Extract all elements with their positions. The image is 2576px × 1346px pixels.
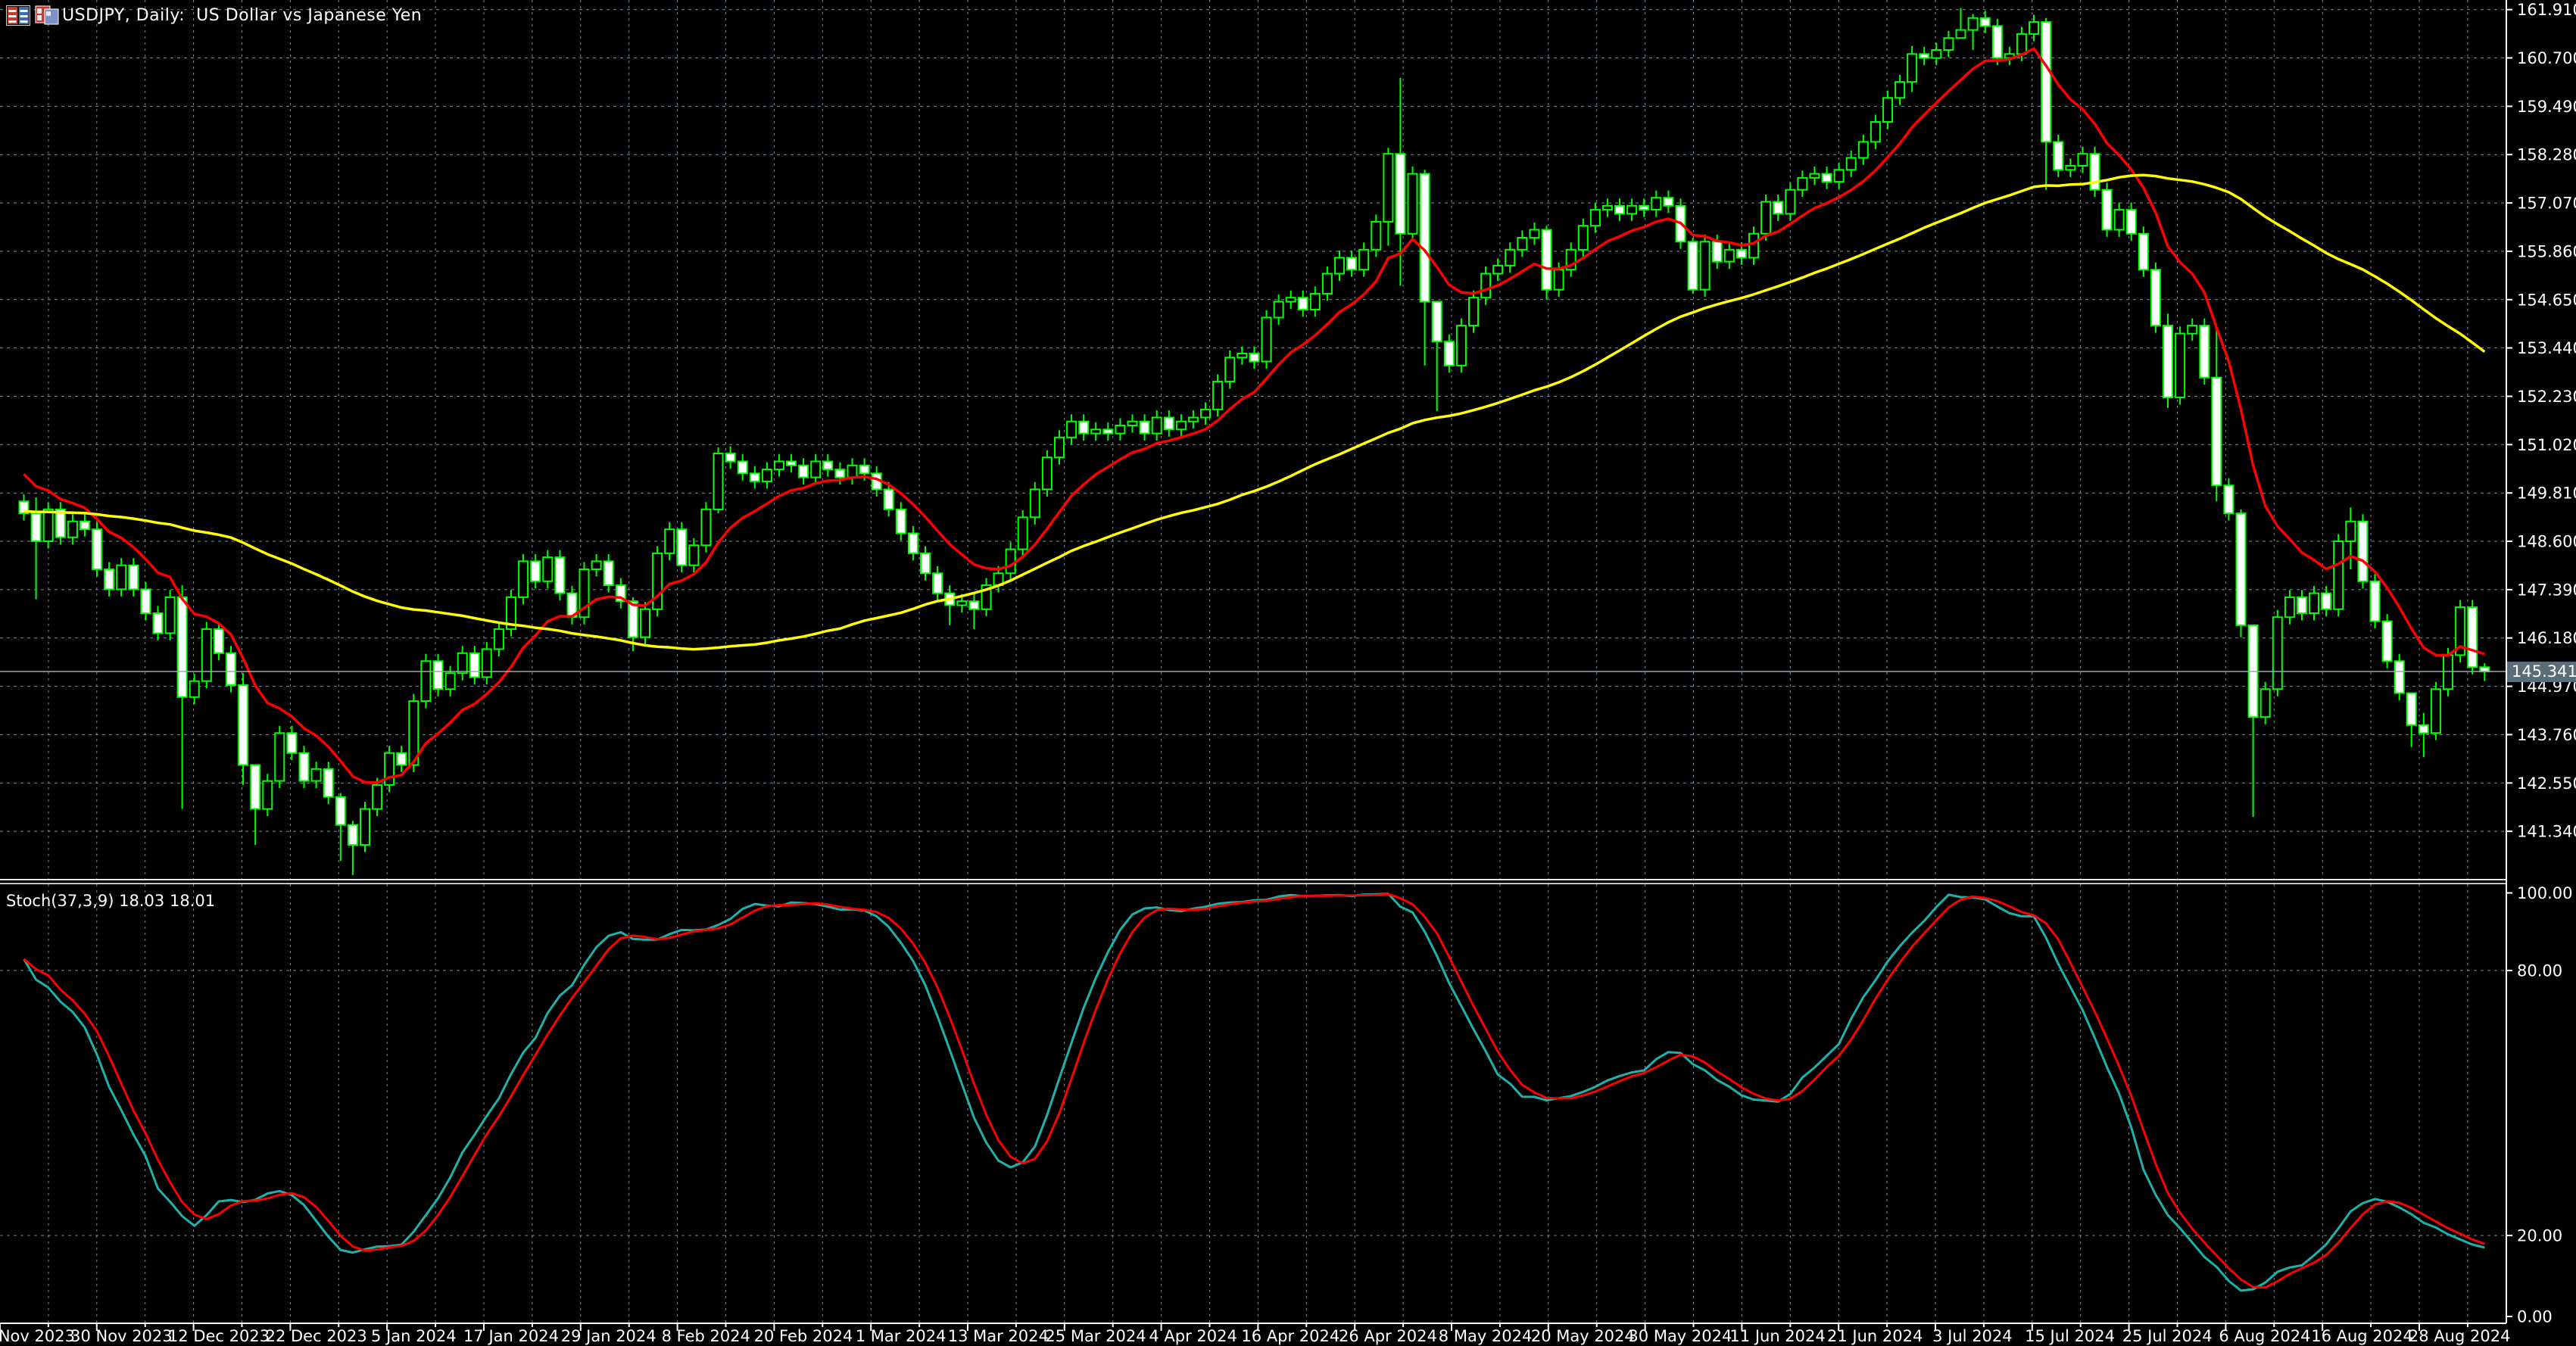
date-tick-label: 16 Apr 2024	[1241, 1327, 1339, 1345]
price-tick-label: 149.810	[2517, 484, 2576, 503]
price-tick-label: 158.280	[2517, 146, 2576, 164]
charts-list-icon	[6, 5, 30, 26]
date-tick-label: 20 Feb 2024	[754, 1327, 853, 1345]
date-tick-label: 8 Feb 2024	[662, 1327, 750, 1345]
price-tick-label: 142.550	[2517, 774, 2576, 793]
chart-window-icon	[35, 5, 59, 26]
date-tick-label: 28 Aug 2024	[2409, 1327, 2511, 1345]
price-tick-label: 141.340	[2517, 823, 2576, 841]
price-tick-label: 153.440	[2517, 339, 2576, 357]
price-tick-label: 147.390	[2517, 581, 2576, 599]
date-tick-label: 12 Dec 2023	[168, 1327, 270, 1345]
chart-title: USDJPY, Daily: US Dollar vs Japanese Yen	[62, 6, 422, 25]
indicator-value-main: 18.03	[119, 892, 164, 910]
price-tick-label: 160.700	[2517, 49, 2576, 67]
date-tick-label: 29 Jan 2024	[561, 1327, 656, 1345]
chart-window: 161.910 160.700 159.490 158.280 157.070 155.8…	[0, 0, 2576, 1346]
date-tick-label: 20 May 2024	[1531, 1327, 1635, 1345]
panel-separator[interactable]	[0, 879, 2506, 880]
date-tick-label: 4 Apr 2024	[1149, 1327, 1237, 1345]
date-tick-label: 11 Jun 2024	[1729, 1327, 1825, 1345]
panel-separator-2	[0, 883, 2506, 885]
price-tick-label: 161.910	[2517, 1, 2576, 19]
ma-fast-line	[24, 48, 2485, 783]
price-tick-label: 157.070	[2517, 195, 2576, 213]
stoch-tick-label: 80.00	[2517, 962, 2562, 980]
date-tick-label: 26 Apr 2024	[1339, 1327, 1437, 1345]
price-tick-label: 146.180	[2517, 629, 2576, 647]
price-tick-label: 148.600	[2517, 533, 2576, 551]
stoch-signal-line	[24, 894, 2485, 1288]
price-tick-label: 154.650	[2517, 291, 2576, 309]
date-tick-label: 5 Jan 2024	[371, 1327, 457, 1345]
date-tick-label: 6 Aug 2024	[2219, 1327, 2310, 1345]
date-tick-label: 17 Jan 2024	[463, 1327, 559, 1345]
date-tick-label: 25 Mar 2024	[1045, 1327, 1146, 1345]
date-tick-label: 21 Jun 2024	[1827, 1327, 1923, 1345]
ma-slow-line	[24, 175, 2485, 649]
current-price-box: 145.341	[2507, 662, 2576, 682]
price-tick-label: 155.860	[2517, 242, 2576, 260]
candles	[20, 8, 2490, 875]
stoch-tick-label: 20.00	[2517, 1227, 2562, 1245]
date-tick-label: 30 Nov 2023	[70, 1327, 173, 1345]
date-tick-label: 20 Nov 2023	[0, 1327, 75, 1345]
date-tick-label: 22 Dec 2023	[266, 1327, 367, 1345]
date-tick-label: 15 Jul 2024	[2025, 1327, 2115, 1345]
date-tick-label: 30 May 2024	[1628, 1327, 1732, 1345]
price-tick-label: 143.760	[2517, 726, 2576, 744]
indicator-name: Stoch(37,3,9)	[6, 892, 114, 910]
date-tick-label: 3 Jul 2024	[1932, 1327, 2013, 1345]
date-tick-label: 1 Mar 2024	[856, 1327, 947, 1345]
stoch-tick-label: 100.00	[2517, 884, 2572, 902]
price-tick-label: 151.020	[2517, 436, 2576, 454]
date-tick-label: 25 Jul 2024	[2122, 1327, 2213, 1345]
date-tick-label: 8 May 2024	[1439, 1327, 1533, 1345]
price-tick-label: 159.490	[2517, 98, 2576, 116]
chart-surface[interactable]: 161.910 160.700 159.490 158.280 157.070 155.8…	[0, 0, 2576, 1346]
date-tick-label: 13 Mar 2024	[948, 1327, 1049, 1345]
indicator-value-signal: 18.01	[170, 892, 215, 910]
price-tick-label: 152.230	[2517, 388, 2576, 406]
stoch-tick-label: 0.00	[2517, 1308, 2553, 1326]
date-tick-label: 16 Aug 2024	[2311, 1327, 2413, 1345]
stoch-main-line	[24, 894, 2485, 1291]
indicator-label: Stoch(37,3,9) 18.03 18.01	[6, 892, 215, 910]
